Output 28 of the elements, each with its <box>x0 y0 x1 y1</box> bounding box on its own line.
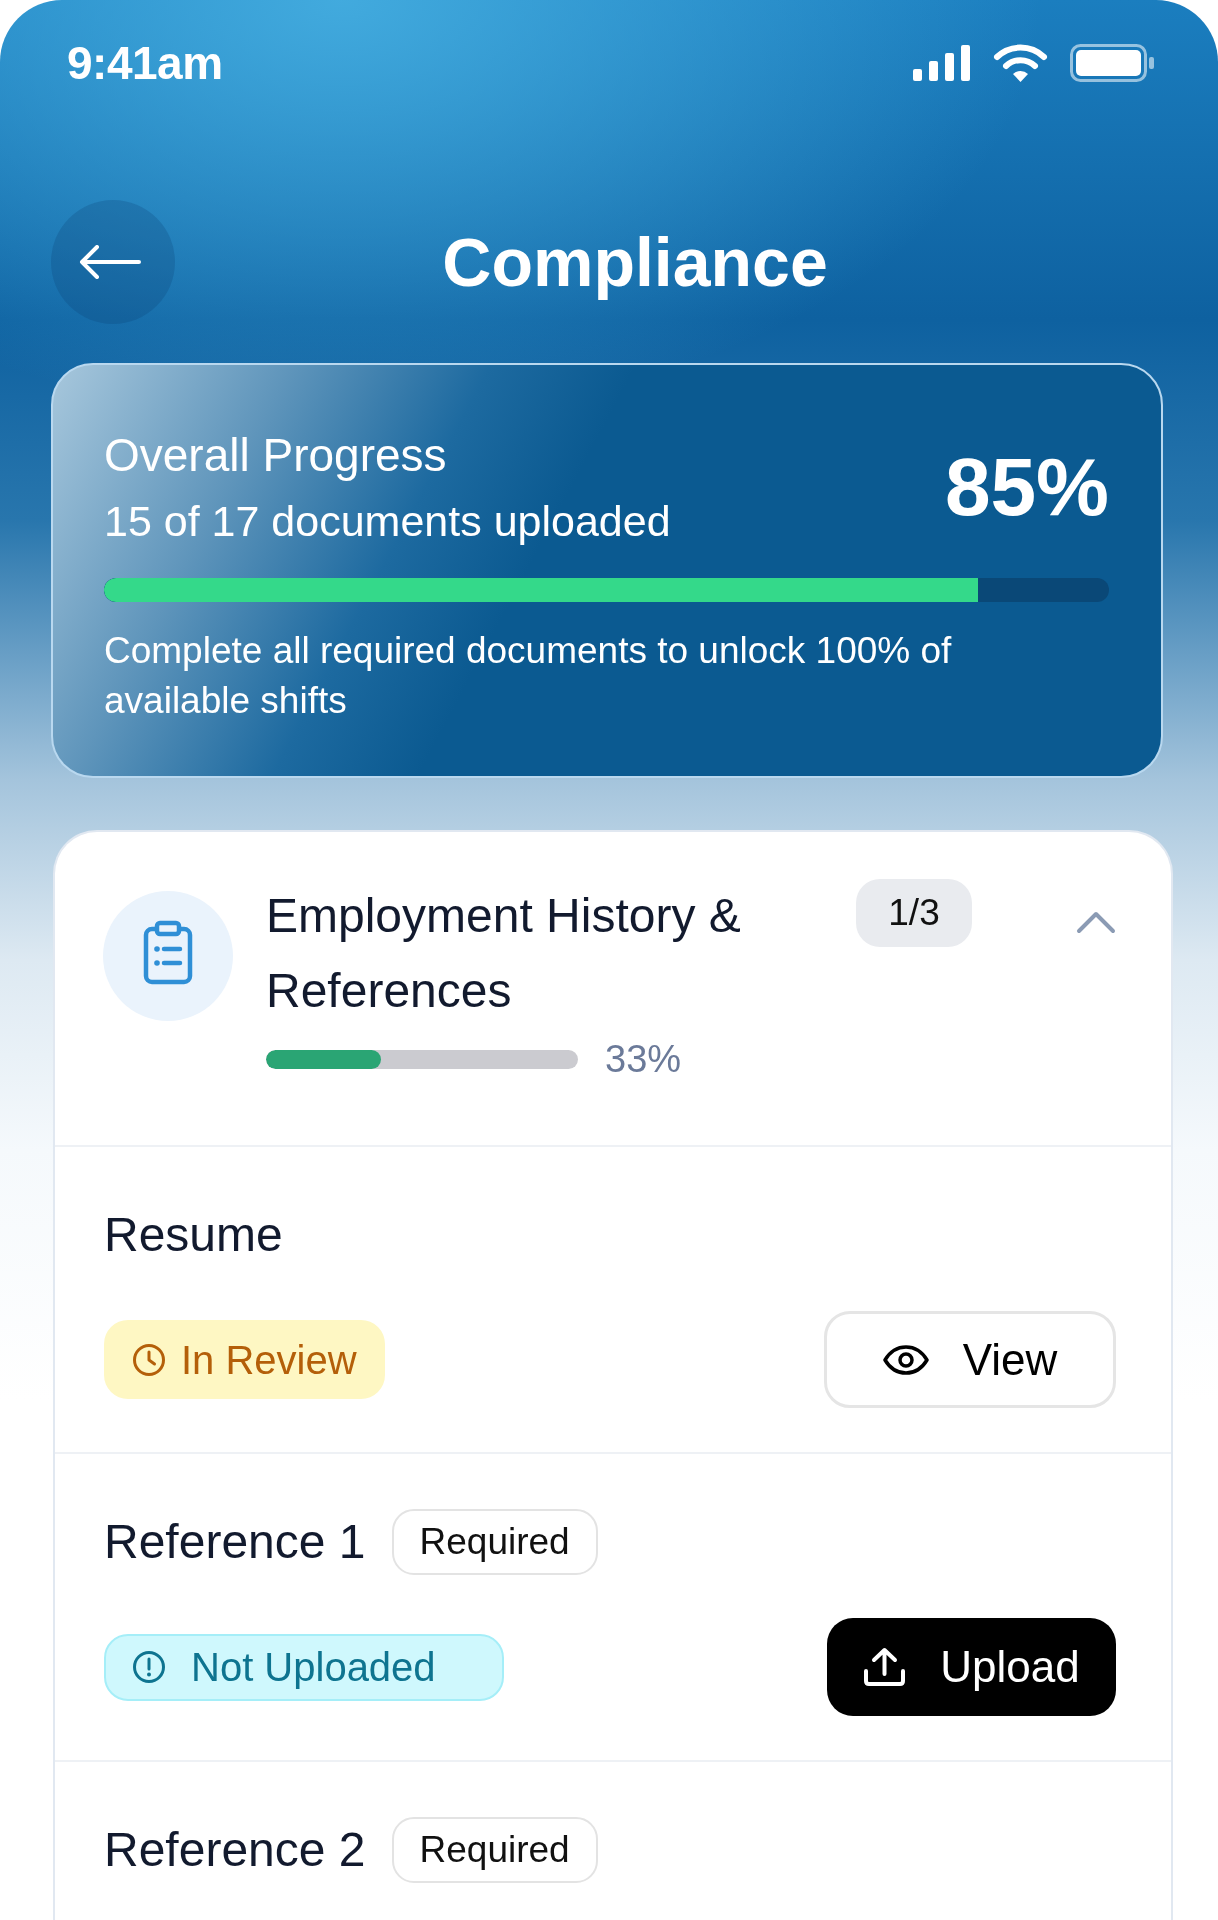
progress-title: Overall Progress <box>104 428 448 483</box>
battery-icon <box>1070 44 1154 82</box>
status-time: 9:41am <box>67 38 223 88</box>
required-tag: Required <box>391 1509 598 1575</box>
progress-note: Complete all required documents to unlock 100% of available shifts <box>104 629 953 723</box>
chevron-up-icon[interactable] <box>1076 910 1116 934</box>
required-tag: Required <box>391 1817 598 1883</box>
clock-icon <box>132 1342 166 1377</box>
view-button[interactable]: View <box>824 1311 1116 1408</box>
eye-icon <box>882 1344 929 1375</box>
document-name: Reference 1 <box>104 1514 366 1570</box>
page-title: Compliance <box>441 223 829 302</box>
progress-percent: 33% <box>605 1037 682 1081</box>
status-label: Not Uploaded <box>191 1644 436 1691</box>
progress-subtitle: 15 of 17 documents uploaded <box>104 496 671 547</box>
wifi-icon <box>993 43 1048 83</box>
count-badge: 1/3 <box>856 879 972 947</box>
document-name: Reference 2 <box>104 1822 366 1878</box>
progress-percent: 85% <box>944 442 1109 532</box>
clipboard-icon <box>103 891 233 1021</box>
upload-button[interactable]: Upload <box>827 1618 1116 1716</box>
signal-icon <box>913 45 971 81</box>
back-arrow-icon <box>79 245 141 279</box>
alert-circle-icon <box>132 1650 166 1684</box>
status-label: In Review <box>181 1336 357 1384</box>
section-title: Employment History & References <box>266 888 742 1019</box>
upload-icon <box>863 1647 907 1687</box>
document-name: Resume <box>104 1207 283 1263</box>
